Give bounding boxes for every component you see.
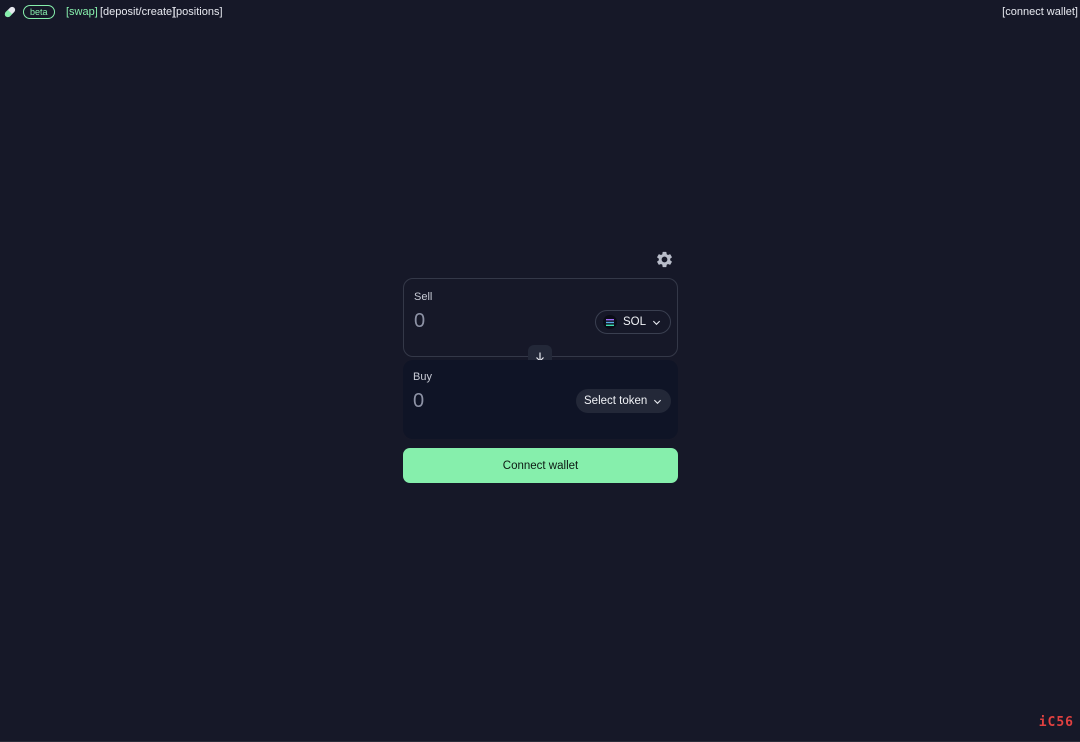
buy-label: Buy [413,371,432,383]
chevron-down-icon [654,399,662,404]
buy-token-label: Select token [584,395,648,407]
chevron-down-icon [652,320,661,325]
solana-icon [603,315,617,329]
watermark-logo: iC56 [1038,715,1074,730]
nav-positions[interactable]: [positions] [173,5,223,19]
sell-label: Sell [414,291,433,303]
beta-badge: beta [23,5,55,19]
buy-panel: Buy Select token [403,360,678,439]
nav-swap[interactable]: [swap] [66,5,98,19]
pill-logo-icon[interactable] [2,4,18,20]
gear-icon[interactable] [655,250,674,269]
nav-deposit-create[interactable]: [deposit/create] [100,5,175,19]
header-connect-wallet[interactable]: [connect wallet] [1002,5,1078,19]
sell-token-selector[interactable]: SOL [595,310,672,334]
buy-amount-input[interactable] [413,390,563,413]
sell-amount-input[interactable] [414,310,564,333]
sell-token-label: SOL [623,316,647,328]
top-bar: beta [swap] [deposit/create] [positions]… [0,0,1080,24]
connect-wallet-button[interactable]: Connect wallet [403,448,678,483]
buy-token-selector[interactable]: Select token [576,389,672,413]
